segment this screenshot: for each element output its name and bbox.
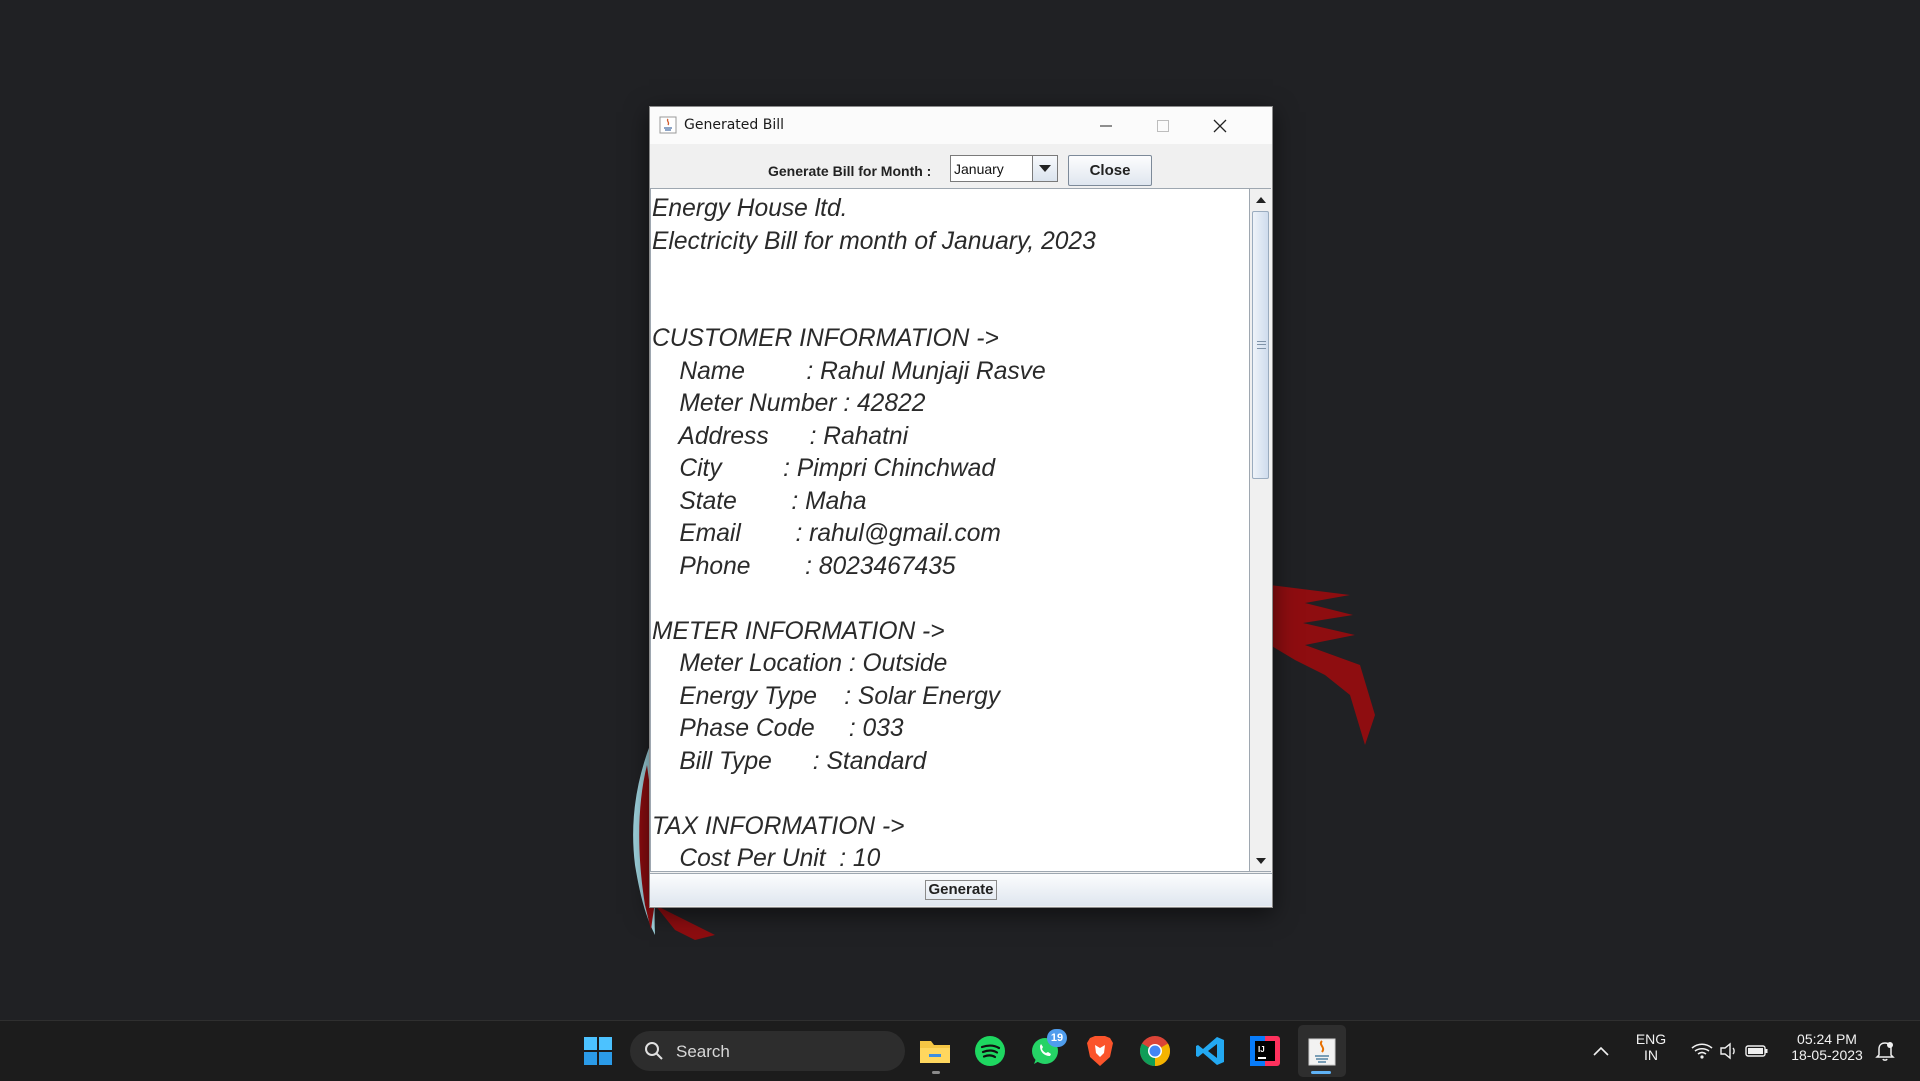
taskbar-file-explorer[interactable] [917,1033,953,1069]
taskbar-java-app[interactable] [1304,1033,1340,1069]
java-icon [659,116,677,134]
notification-bell-icon [1875,1042,1895,1061]
clock-time: 05:24 PM [1797,1031,1857,1047]
arrow-up-icon [1255,196,1266,203]
active-indicator [1311,1071,1331,1074]
system-tray-status[interactable] [1680,1033,1780,1069]
minimize-button[interactable] [1077,107,1134,144]
chevron-up-icon [1593,1046,1609,1056]
start-button[interactable] [580,1033,616,1069]
arrow-down-icon [1255,857,1266,864]
language-indicator[interactable]: ENG IN [1630,1031,1672,1063]
taskbar-spotify[interactable] [972,1033,1008,1069]
taskbar-search[interactable]: Search [630,1031,905,1071]
bill-text: Energy House ltd. Electricity Bill for m… [652,195,1096,872]
clock[interactable]: 05:24 PM 18-05-2023 [1782,1031,1872,1063]
wallpaper-red-shape-right [1270,585,1375,745]
windows-icon [584,1037,612,1065]
whatsapp-notification-badge: 19 [1047,1029,1067,1047]
generate-button-label: Generate [925,880,997,900]
close-icon [1213,119,1226,132]
vscode-icon [1196,1037,1224,1065]
brave-icon [1087,1036,1113,1066]
scroll-down-button[interactable] [1252,852,1269,869]
volume-icon [1720,1042,1735,1060]
folder-icon [920,1041,950,1063]
intellij-icon: IJ [1250,1036,1280,1066]
notification-button[interactable] [1870,1033,1900,1069]
scroll-up-button[interactable] [1252,191,1269,208]
taskbar-intellij[interactable]: IJ [1247,1033,1283,1069]
chrome-icon [1139,1036,1171,1066]
title-bar: Generated Bill [650,107,1272,144]
region-code: IN [1644,1047,1658,1063]
taskbar-whatsapp[interactable]: 19 [1027,1029,1067,1069]
java-icon [1308,1038,1336,1066]
search-icon [645,1042,663,1060]
clock-date: 18-05-2023 [1791,1047,1863,1063]
chevron-down-icon [1039,164,1051,172]
running-indicator [932,1071,940,1074]
battery-icon [1745,1045,1768,1057]
taskbar: Search 19 IJ ENG IN 05:24 PM 18-05-2023 [0,1020,1920,1081]
bill-text-area[interactable]: Energy House ltd. Electricity Bill for m… [650,188,1250,872]
month-toolbar: Generate Bill for Month : January Close [650,144,1272,188]
month-select-value: January [954,161,1004,177]
window-title: Generated Bill [684,117,784,133]
maximize-button[interactable] [1134,107,1191,144]
generated-bill-window: Generated Bill Generate Bill for Month :… [649,106,1273,908]
taskbar-vscode[interactable] [1192,1033,1228,1069]
close-window-button[interactable] [1191,107,1248,144]
show-hidden-icons-button[interactable] [1583,1033,1619,1069]
taskbar-chrome[interactable] [1137,1033,1173,1069]
spotify-icon [975,1036,1005,1066]
vertical-scrollbar[interactable] [1250,188,1271,872]
taskbar-brave[interactable] [1082,1033,1118,1069]
wifi-icon [1691,1043,1713,1059]
dropdown-arrow-button[interactable] [1032,156,1057,181]
scroll-thumb[interactable] [1252,211,1269,479]
language-code: ENG [1635,1031,1667,1047]
minimize-icon [1099,125,1112,126]
maximize-icon [1156,119,1169,132]
month-label: Generate Bill for Month : [768,163,932,179]
month-select[interactable]: January [950,155,1058,182]
generate-button[interactable]: Generate [650,873,1272,906]
grip-icon [1257,341,1266,349]
close-button[interactable]: Close [1068,155,1152,186]
svg-text:IJ: IJ [1258,1045,1265,1054]
search-placeholder: Search [676,1042,730,1061]
